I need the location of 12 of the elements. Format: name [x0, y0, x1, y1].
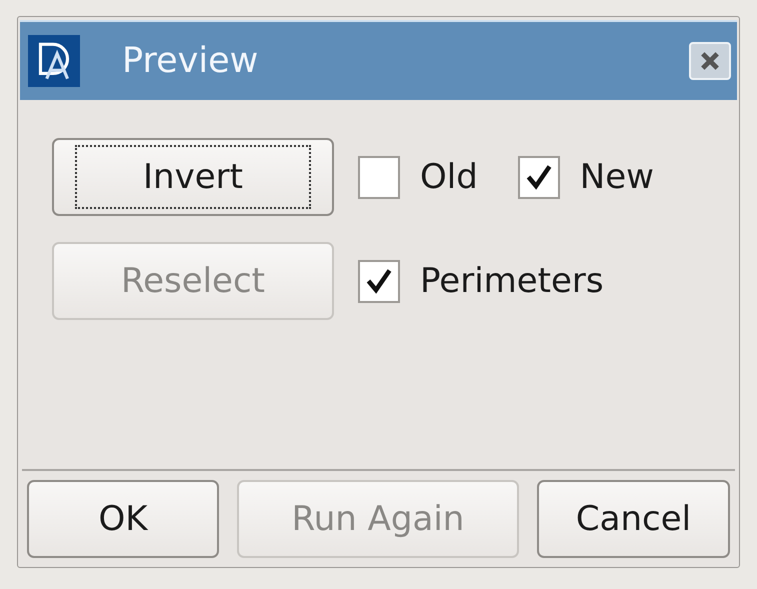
checkbox-label: New [580, 157, 654, 197]
checkbox[interactable] [358, 156, 400, 198]
button[interactable]: OK [27, 480, 219, 558]
button[interactable]: Cancel [537, 480, 730, 558]
logo-icon [28, 35, 80, 87]
checkbox[interactable] [358, 260, 400, 302]
checkbox[interactable] [518, 156, 560, 198]
checkbox-label: Old [420, 157, 478, 197]
window-title: Preview [122, 41, 260, 81]
close-button[interactable] [689, 42, 731, 80]
button[interactable]: Invert [52, 138, 334, 216]
checkbox-label: Perimeters [420, 261, 604, 301]
